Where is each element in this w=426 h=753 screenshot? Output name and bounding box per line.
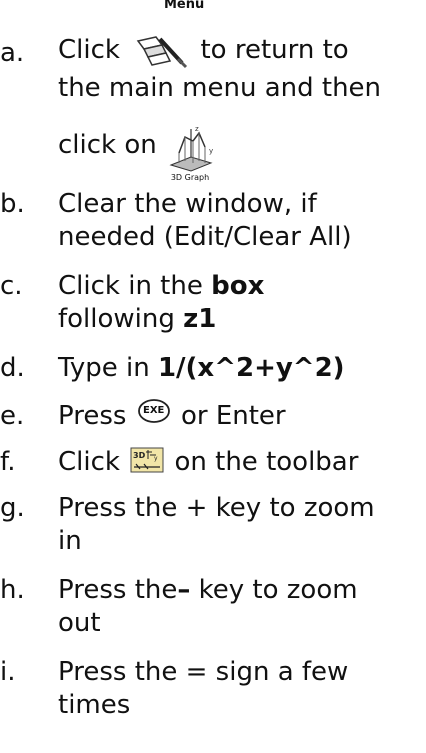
step-text-line2: the main menu and then <box>58 73 382 103</box>
step-letter: a. <box>0 38 25 68</box>
step-e: e. Press EXE or Enter <box>0 398 426 434</box>
exe-key-label: EXE <box>143 404 165 416</box>
step-letter: g. <box>0 493 25 523</box>
step-text-line2: times <box>58 690 131 720</box>
svg-text:y: y <box>209 147 213 155</box>
step-f: f. Click 3D y on the toolbar <box>0 444 426 480</box>
step-text-bold: z1 <box>183 304 217 334</box>
step-text-pre: Click in the <box>58 271 203 301</box>
step-text-post: key to zoom <box>198 575 358 605</box>
step-letter: f. <box>0 447 16 477</box>
step-text-bold: – <box>177 575 191 605</box>
formula-text: 1/(x^2+y^2) <box>157 353 345 383</box>
step-c: c. Click in the box following z1 <box>0 270 426 340</box>
menu-icon-caption: Menu <box>164 0 205 12</box>
step-letter: b. <box>0 189 25 219</box>
step-text-pre: Click <box>58 447 120 477</box>
step-d: d. Type in 1/(x^2+y^2) <box>0 352 426 388</box>
step-text-line2: out <box>58 608 101 638</box>
step-i: i. Press the = sign a few times <box>0 656 426 726</box>
step-g: g. Press the + key to zoom in <box>0 492 426 562</box>
step-letter: d. <box>0 353 25 383</box>
instructions-page: Menu a. Click to return to the main menu… <box>0 0 426 753</box>
step-text-post: or Enter <box>180 401 286 431</box>
3d-graph-icon[interactable]: z y 3D Graph <box>165 123 215 185</box>
step-letter: c. <box>0 271 23 301</box>
step-letter: e. <box>0 401 25 431</box>
svg-text:3D: 3D <box>133 451 146 460</box>
step-b: b. Clear the window, if needed (Edit/Cle… <box>0 188 426 258</box>
step-text-post: on the toolbar <box>174 447 359 477</box>
3d-graph-caption: 3D Graph <box>170 173 210 182</box>
step-text-rest: to return to <box>200 35 349 65</box>
svg-text:z: z <box>195 125 199 133</box>
step-text-pre: Type in <box>58 353 150 383</box>
step-text-line2: needed (Edit/Clear All) <box>58 222 352 252</box>
step-text-line1: Press the = sign a few <box>58 657 349 687</box>
step-a: Menu a. Click to return to the main menu… <box>0 0 426 182</box>
step-text: Click to return to the main menu and the… <box>58 28 420 182</box>
step-text-line3: click on <box>58 130 157 160</box>
step-text-line1: Press the + key to zoom <box>58 493 375 523</box>
exe-key-icon[interactable]: EXE <box>137 398 171 424</box>
step-text-line1: Clear the window, if <box>58 189 317 219</box>
3d-graph-toolbar-icon[interactable]: 3D y <box>130 447 164 473</box>
step-text-line2: in <box>58 526 82 556</box>
step-letter: i. <box>0 657 16 687</box>
step-text-pre: Press <box>58 401 127 431</box>
step-text-pre: Click <box>58 35 120 65</box>
step-letter: h. <box>0 575 25 605</box>
step-text-bold: box <box>211 271 265 301</box>
svg-text:y: y <box>154 455 158 462</box>
menu-book-icon[interactable] <box>132 33 188 69</box>
step-h: h. Press the– key to zoom out <box>0 574 426 644</box>
step-text-pre: following <box>58 304 175 334</box>
step-text-pre: Press the <box>58 575 178 605</box>
